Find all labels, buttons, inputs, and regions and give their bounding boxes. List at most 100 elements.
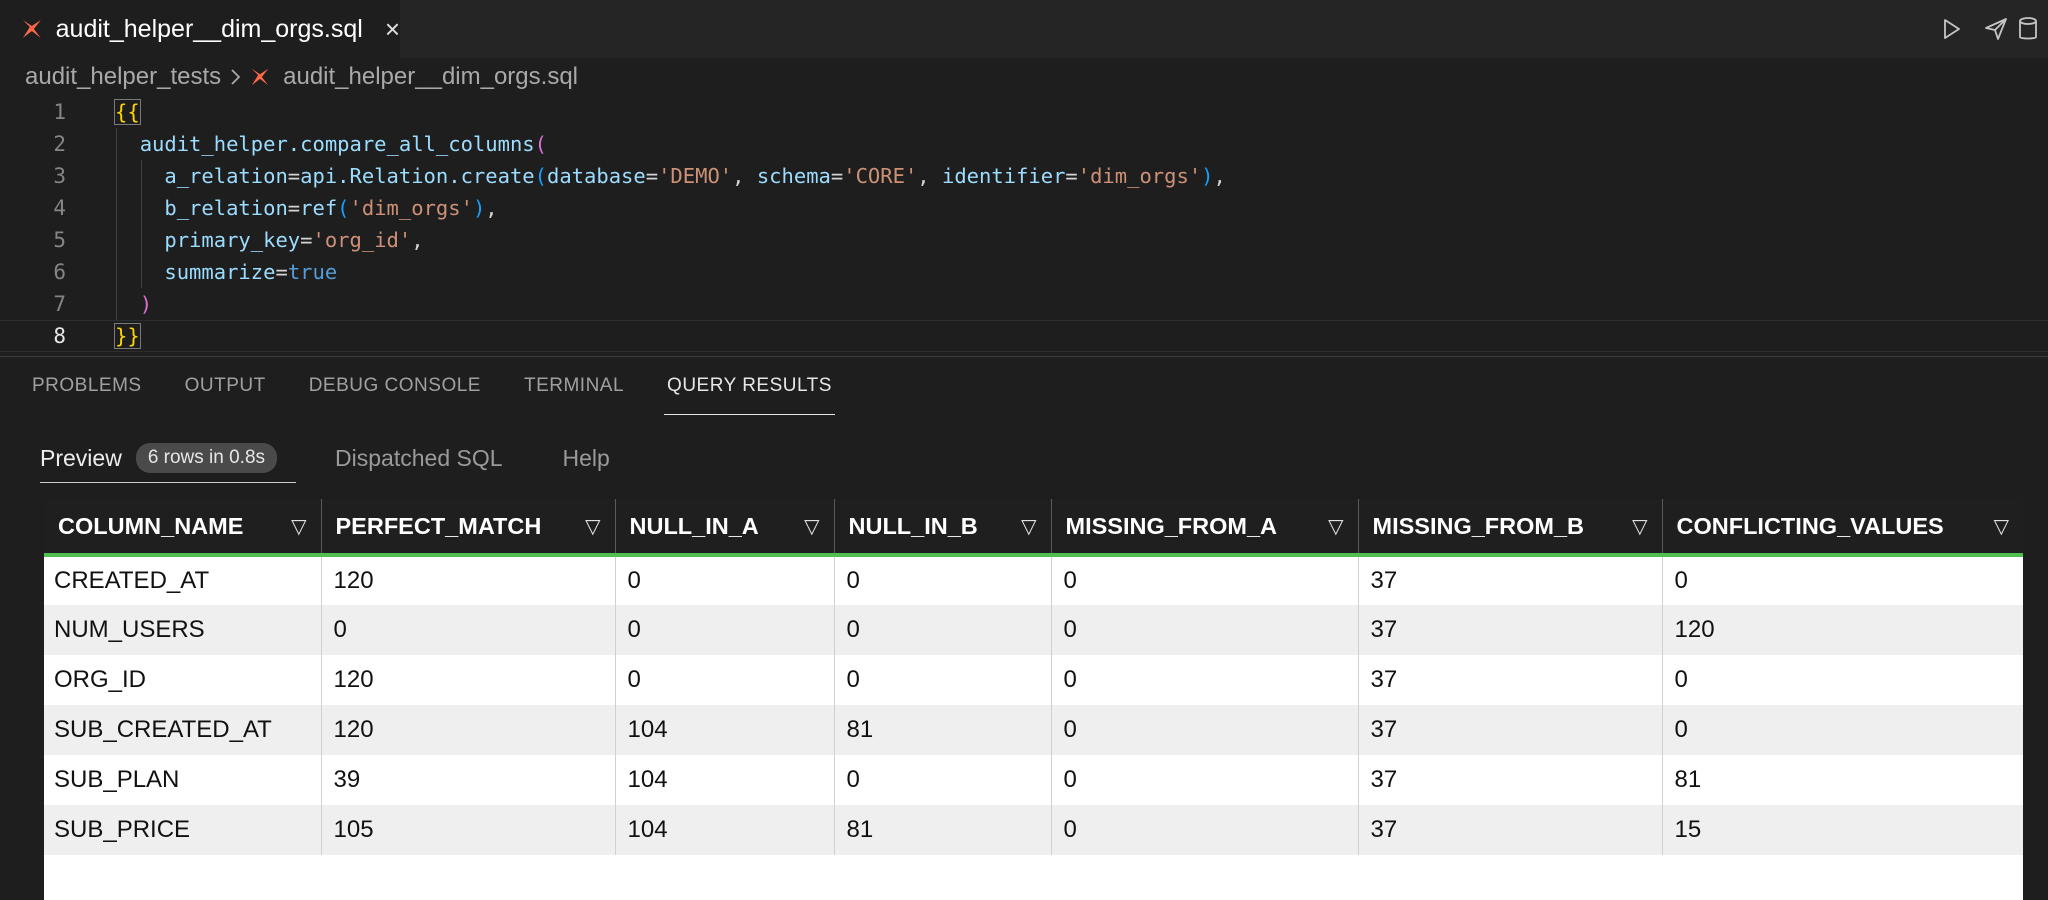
tab-preview[interactable]: Preview 6 rows in 0.8s <box>40 433 297 483</box>
editor-tab[interactable]: audit_helper__dim_orgs.sql × <box>0 0 400 58</box>
code-token: identifier <box>941 164 1066 188</box>
breadcrumb-folder[interactable]: audit_helper_tests <box>25 63 221 91</box>
table-cell: 0 <box>1662 655 2023 705</box>
table-cell: 0 <box>834 655 1052 705</box>
code-line[interactable]: 3 a_relation=api.Relation.create(databas… <box>0 160 2048 192</box>
table-cell: 37 <box>1358 605 1663 655</box>
code-line[interactable]: 5 primary_key='org_id', <box>0 224 2048 256</box>
table-row[interactable]: ORG_ID 120 0 0 0 37 0 <box>44 655 2023 705</box>
database-icon[interactable] <box>2018 9 2048 49</box>
tab-dispatched-sql[interactable]: Dispatched SQL <box>335 433 502 483</box>
column-header-content: CONFLICTING_VALUES ▽ <box>1677 513 2010 540</box>
code-text: {{ <box>114 99 141 125</box>
code-token: audit_helper.compare_all_columns <box>139 132 535 156</box>
column-header-label: NULL_IN_A <box>629 512 759 539</box>
code-token: , <box>411 228 424 252</box>
line-number: 8 <box>53 324 66 348</box>
code-token: , <box>1213 164 1226 188</box>
table-cell: 0 <box>1051 805 1359 855</box>
send-icon[interactable] <box>1974 9 2018 49</box>
code-text: }} <box>114 323 141 349</box>
close-icon[interactable]: × <box>385 16 400 42</box>
table-cell: 0 <box>1662 555 2023 605</box>
column-header[interactable]: CONFLICTING_VALUES ▽ <box>1662 499 2023 557</box>
code-token: = <box>287 164 301 188</box>
column-header-label: PERFECT_MATCH <box>335 512 542 539</box>
table-cell: 0 <box>321 605 616 655</box>
table-row[interactable]: NUM_USERS 0 0 0 0 37 120 <box>44 605 2023 655</box>
table-cell: 120 <box>321 555 616 605</box>
tab-help[interactable]: Help <box>563 433 610 483</box>
code-line[interactable]: 1 {{ <box>0 96 2048 128</box>
tab-title: audit_helper__dim_orgs.sql <box>55 14 363 43</box>
code-token: , <box>917 164 942 188</box>
run-icon[interactable] <box>1930 9 1974 49</box>
table-cell: 0 <box>834 555 1052 605</box>
tab-debug-console[interactable]: DEBUG CONSOLE <box>309 357 481 415</box>
column-header-content: MISSING_FROM_A ▽ <box>1066 513 1344 540</box>
table-cell: SUB_PLAN <box>44 755 322 805</box>
tab-query-results[interactable]: QUERY RESULTS <box>664 357 835 415</box>
code-token: a_relation <box>164 164 288 188</box>
column-header[interactable]: MISSING_FROM_B ▽ <box>1358 499 1663 557</box>
code-token: schema <box>756 164 831 188</box>
code-token: , <box>732 164 757 188</box>
table-cell: CREATED_AT <box>44 555 322 605</box>
table-cell: 105 <box>321 805 616 855</box>
table-cell: 104 <box>615 705 835 755</box>
panel-tabs: PROBLEMS OUTPUT DEBUG CONSOLE TERMINAL QUERY… <box>32 357 875 415</box>
table-row[interactable]: SUB_PRICE 105 104 81 0 37 15 <box>44 805 2023 855</box>
filter-icon[interactable]: ▽ <box>1328 514 1343 539</box>
table-cell: 0 <box>615 605 835 655</box>
column-header[interactable]: PERFECT_MATCH ▽ <box>321 499 616 557</box>
table-row[interactable]: SUB_CREATED_AT 120 104 81 0 37 0 <box>44 705 2023 755</box>
results-table: COLUMN_NAME ▽ PERFECT_MATCH ▽ NULL_IN_A ▽ NULL… <box>44 499 2023 855</box>
code-token: = <box>645 164 659 188</box>
tab-terminal[interactable]: TERMINAL <box>524 357 624 415</box>
code-editor[interactable]: 1{{2 audit_helper.compare_all_columns(3 … <box>0 96 2048 354</box>
tab-problems[interactable]: PROBLEMS <box>32 357 142 415</box>
filter-icon[interactable]: ▽ <box>291 514 306 539</box>
filter-icon[interactable]: ▽ <box>1632 514 1647 539</box>
code-token: ( <box>534 164 547 188</box>
filter-icon[interactable]: ▽ <box>585 514 600 539</box>
column-header[interactable]: NULL_IN_A ▽ <box>615 499 835 557</box>
code-token: ( <box>337 196 350 220</box>
table-body: CREATED_AT 120 0 0 0 37 0 NUM_USERS 0 0 0 0 37 120 ORG… <box>44 555 2023 855</box>
column-header[interactable]: MISSING_FROM_A ▽ <box>1051 499 1359 557</box>
line-number: 3 <box>53 164 66 188</box>
code-token: 'org_id' <box>312 228 412 252</box>
breadcrumb-file[interactable]: audit_helper__dim_orgs.sql <box>283 63 578 91</box>
code-token: ) <box>472 196 486 220</box>
code-token: api.Relation.create <box>300 164 535 188</box>
tab-output[interactable]: OUTPUT <box>185 357 266 415</box>
table-cell: 37 <box>1358 755 1663 805</box>
column-header[interactable]: COLUMN_NAME ▽ <box>44 499 322 557</box>
table-cell: 0 <box>1051 555 1359 605</box>
line-number: 2 <box>53 132 66 156</box>
code-token: 'DEMO' <box>658 164 733 188</box>
code-line[interactable]: 7 ) <box>0 288 2048 320</box>
table-cell: 0 <box>1051 755 1359 805</box>
table-row[interactable]: CREATED_AT 120 0 0 0 37 0 <box>44 555 2023 605</box>
table-row[interactable]: SUB_PLAN 39 104 0 0 37 81 <box>44 755 2023 805</box>
code-token: database <box>546 164 646 188</box>
line-number: 5 <box>53 228 66 252</box>
code-line[interactable]: 4 b_relation=ref('dim_orgs'), <box>0 192 2048 224</box>
filter-icon[interactable]: ▽ <box>804 514 819 539</box>
code-token: 'CORE' <box>843 164 918 188</box>
column-header[interactable]: NULL_IN_B ▽ <box>834 499 1052 557</box>
code-token: = <box>275 260 288 284</box>
column-header-content: PERFECT_MATCH ▽ <box>336 513 601 540</box>
filter-icon[interactable]: ▽ <box>1994 514 2009 539</box>
filter-icon[interactable]: ▽ <box>1021 514 1036 539</box>
code-line[interactable]: 6 summarize=true <box>0 256 2048 288</box>
code-line[interactable]: 8}} <box>0 320 2048 352</box>
code-line[interactable]: 2 audit_helper.compare_all_columns( <box>0 128 2048 160</box>
row-count-badge: 6 rows in 0.8s <box>135 443 278 473</box>
code-token: ) <box>139 292 153 316</box>
table-cell: 37 <box>1358 555 1663 605</box>
table-cell: 104 <box>615 755 835 805</box>
code-text: ) <box>115 292 152 316</box>
